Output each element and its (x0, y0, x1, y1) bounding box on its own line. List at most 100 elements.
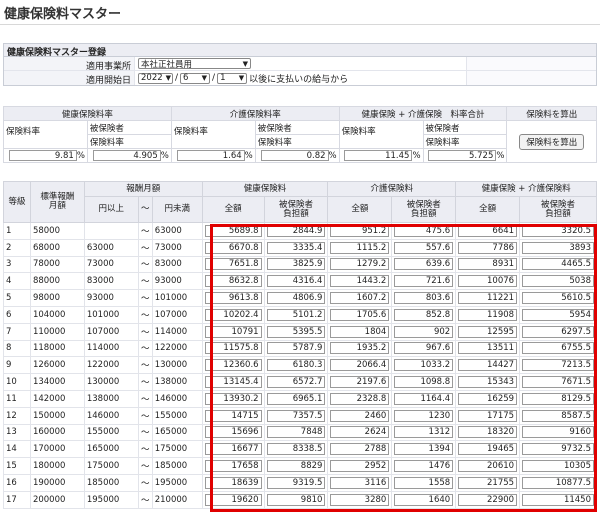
health-full-input[interactable]: 9613.8 (204, 292, 262, 305)
health-insured-input[interactable]: 6572.7 (266, 376, 326, 389)
total-full-input[interactable]: 21755 (458, 476, 518, 489)
health-full-input[interactable]: 7651.8 (204, 258, 262, 271)
health-insured-input[interactable]: 8829 (266, 460, 326, 473)
health-insured-input[interactable]: 7357.5 (266, 409, 326, 422)
care-full-input[interactable]: 1607.2 (330, 292, 390, 305)
total-full-input[interactable]: 10076 (458, 275, 518, 288)
care-insured-input[interactable]: 967.6 (394, 342, 454, 355)
health-full-input[interactable]: 18639 (204, 476, 262, 489)
calc-premium-button[interactable]: 保険料を算出 (519, 133, 585, 150)
health-insured-input[interactable]: 6180.3 (266, 359, 326, 372)
care-insured-input[interactable]: 1230 (394, 409, 454, 422)
start-month-select[interactable]: 6 ▼ (180, 72, 211, 84)
care-insured-input[interactable]: 1640 (394, 493, 454, 506)
total-insured-input[interactable]: 7213.5 (522, 359, 594, 372)
start-day-select[interactable]: 1 ▼ (217, 72, 248, 84)
total-full-input[interactable]: 18320 (458, 426, 518, 439)
total-full-input[interactable]: 7786 (458, 241, 518, 254)
health-insured-rate-input[interactable]: 4.905 (92, 150, 161, 161)
health-rate-input[interactable]: 9.81 (8, 150, 77, 161)
total-insured-input[interactable]: 8587.5 (522, 409, 594, 422)
total-insured-input[interactable]: 11450 (522, 493, 594, 506)
total-insured-input[interactable]: 3893 (522, 241, 594, 254)
health-full-input[interactable]: 10202.4 (204, 308, 262, 321)
total-insured-input[interactable]: 6297.5 (522, 325, 594, 338)
care-full-input[interactable]: 2066.4 (330, 359, 390, 372)
health-full-input[interactable]: 12360.6 (204, 359, 262, 372)
care-full-input[interactable]: 1279.2 (330, 258, 390, 271)
care-insured-input[interactable]: 1312 (394, 426, 454, 439)
total-full-input[interactable]: 19465 (458, 443, 518, 456)
total-insured-rate-input[interactable]: 5.725 (428, 150, 497, 161)
health-full-input[interactable]: 19620 (204, 493, 262, 506)
total-full-input[interactable]: 6641 (458, 224, 518, 237)
care-insured-input[interactable]: 852.8 (394, 308, 454, 321)
health-insured-input[interactable]: 5395.5 (266, 325, 326, 338)
health-full-input[interactable]: 5689.8 (204, 224, 262, 237)
health-insured-input[interactable]: 6965.1 (266, 392, 326, 405)
total-insured-input[interactable]: 5610.5 (522, 292, 594, 305)
health-full-input[interactable]: 13145.4 (204, 376, 262, 389)
health-full-input[interactable]: 14715 (204, 409, 262, 422)
total-full-input[interactable]: 8931 (458, 258, 518, 271)
health-insured-input[interactable]: 3825.9 (266, 258, 326, 271)
care-full-input[interactable]: 2624 (330, 426, 390, 439)
care-insured-input[interactable]: 721.6 (394, 275, 454, 288)
care-full-input[interactable]: 1935.2 (330, 342, 390, 355)
care-insured-input[interactable]: 639.6 (394, 258, 454, 271)
health-full-input[interactable]: 10791 (204, 325, 262, 338)
total-full-input[interactable]: 13511 (458, 342, 518, 355)
health-insured-input[interactable]: 5101.2 (266, 308, 326, 321)
care-insured-input[interactable]: 1098.8 (394, 376, 454, 389)
total-insured-input[interactable]: 7671.5 (522, 376, 594, 389)
total-full-input[interactable]: 11908 (458, 308, 518, 321)
care-insured-input[interactable]: 902 (394, 325, 454, 338)
care-insured-input[interactable]: 803.6 (394, 292, 454, 305)
care-full-input[interactable]: 2788 (330, 443, 390, 456)
health-full-input[interactable]: 11575.8 (204, 342, 262, 355)
health-insured-input[interactable]: 5787.9 (266, 342, 326, 355)
care-full-input[interactable]: 3280 (330, 493, 390, 506)
health-insured-input[interactable]: 8338.5 (266, 443, 326, 456)
total-full-input[interactable]: 17175 (458, 409, 518, 422)
total-insured-input[interactable]: 5038 (522, 275, 594, 288)
total-full-input[interactable]: 16259 (458, 392, 518, 405)
care-full-input[interactable]: 1115.2 (330, 241, 390, 254)
health-full-input[interactable]: 17658 (204, 460, 262, 473)
total-insured-input[interactable]: 4465.5 (522, 258, 594, 271)
health-full-input[interactable]: 8632.8 (204, 275, 262, 288)
total-full-input[interactable]: 12595 (458, 325, 518, 338)
care-insured-input[interactable]: 557.6 (394, 241, 454, 254)
care-full-input[interactable]: 2460 (330, 409, 390, 422)
health-insured-input[interactable]: 9319.5 (266, 476, 326, 489)
care-insured-rate-input[interactable]: 0.82 (260, 150, 329, 161)
total-full-input[interactable]: 14427 (458, 359, 518, 372)
total-full-input[interactable]: 11221 (458, 292, 518, 305)
total-insured-input[interactable]: 9160 (522, 426, 594, 439)
care-full-input[interactable]: 951.2 (330, 224, 390, 237)
care-insured-input[interactable]: 1476 (394, 460, 454, 473)
total-insured-input[interactable]: 5954 (522, 308, 594, 321)
care-full-input[interactable]: 2328.8 (330, 392, 390, 405)
total-insured-input[interactable]: 8129.5 (522, 392, 594, 405)
health-insured-input[interactable]: 4316.4 (266, 275, 326, 288)
care-full-input[interactable]: 2197.6 (330, 376, 390, 389)
health-insured-input[interactable]: 3335.4 (266, 241, 326, 254)
total-insured-input[interactable]: 9732.5 (522, 443, 594, 456)
care-insured-input[interactable]: 1164.4 (394, 392, 454, 405)
health-insured-input[interactable]: 4806.9 (266, 292, 326, 305)
health-insured-input[interactable]: 2844.9 (266, 224, 326, 237)
care-insured-input[interactable]: 1033.2 (394, 359, 454, 372)
office-select[interactable]: 本社正社員用 ▼ (138, 58, 251, 70)
start-year-select[interactable]: 2022 ▼ (138, 72, 173, 84)
total-full-input[interactable]: 22900 (458, 493, 518, 506)
health-full-input[interactable]: 15696 (204, 426, 262, 439)
health-insured-input[interactable]: 9810 (266, 493, 326, 506)
care-rate-input[interactable]: 1.64 (176, 150, 245, 161)
total-full-input[interactable]: 20610 (458, 460, 518, 473)
care-insured-input[interactable]: 1394 (394, 443, 454, 456)
health-full-input[interactable]: 6670.8 (204, 241, 262, 254)
health-full-input[interactable]: 16677 (204, 443, 262, 456)
care-full-input[interactable]: 1443.2 (330, 275, 390, 288)
care-insured-input[interactable]: 1558 (394, 476, 454, 489)
